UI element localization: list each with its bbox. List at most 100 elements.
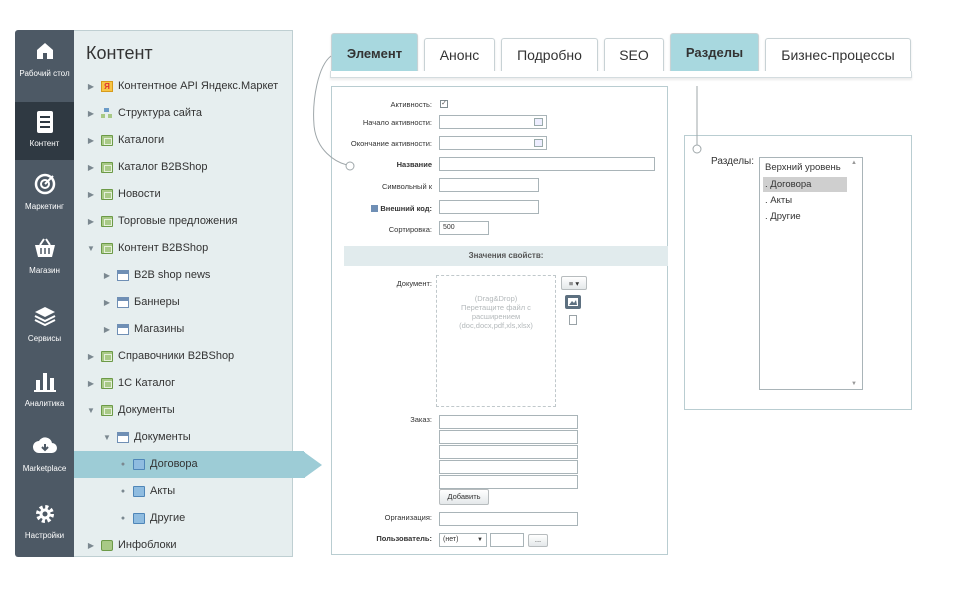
nav-analytics[interactable]: Аналитика bbox=[15, 370, 74, 414]
sections-multiselect[interactable]: Верхний уровень . Договора . Акты . Друг… bbox=[759, 157, 863, 390]
tree-item-infoblocks[interactable]: ▶ Инфоблоки bbox=[74, 532, 293, 559]
menu-lines-icon: ≡ ▾ bbox=[568, 279, 580, 288]
tab-element-label: Элемент bbox=[346, 46, 403, 61]
tab-element[interactable]: Элемент bbox=[331, 33, 418, 72]
expand-arrow-icon[interactable]: ▶ bbox=[86, 73, 96, 100]
tree-item-label: Контентное API Яндекс.Маркет bbox=[118, 80, 279, 92]
name-input[interactable] bbox=[439, 157, 655, 171]
tab-announce-label: Анонс bbox=[439, 47, 480, 63]
iblock-icon bbox=[101, 189, 113, 200]
nav-shop[interactable]: Магазин bbox=[15, 237, 74, 281]
bullet-icon: ● bbox=[120, 461, 126, 468]
tree-item-directories-b2bshop[interactable]: ▶ Справочники B2BShop bbox=[74, 343, 293, 370]
active-checkbox[interactable]: ✓ bbox=[440, 100, 448, 108]
expand-arrow-icon[interactable]: ▶ bbox=[86, 181, 96, 208]
order-input-2[interactable] bbox=[439, 430, 578, 444]
sections-scrollbar[interactable]: ▲ ▼ bbox=[848, 158, 862, 389]
tab-business-processes[interactable]: Бизнес-процессы bbox=[765, 38, 911, 72]
list-icon bbox=[117, 270, 129, 281]
folder-icon bbox=[133, 513, 145, 524]
tab-details[interactable]: Подробно bbox=[501, 38, 598, 72]
nav-content[interactable]: Контент bbox=[15, 102, 74, 160]
tree-item-catalogs[interactable]: ▶ Каталоги bbox=[74, 127, 293, 154]
user-select[interactable]: (нет) ▼ bbox=[439, 533, 487, 547]
tree-item-documents-type[interactable]: ▼ Документы bbox=[74, 397, 293, 424]
expand-arrow-icon[interactable]: ▶ bbox=[86, 370, 96, 397]
expand-arrow-icon[interactable]: ▶ bbox=[86, 343, 96, 370]
section-option-acts[interactable]: . Акты bbox=[763, 193, 847, 208]
order-input-5[interactable] bbox=[439, 475, 578, 489]
section-option-others[interactable]: . Другие bbox=[763, 209, 847, 224]
list-icon bbox=[117, 432, 129, 443]
tab-seo[interactable]: SEO bbox=[604, 38, 664, 72]
tab-announce[interactable]: Анонс bbox=[424, 38, 495, 72]
file-dropzone[interactable]: (Drag&Drop) Перетащите файл с расширение… bbox=[436, 275, 556, 407]
file-menu-button[interactable]: ≡ ▾ bbox=[561, 276, 587, 290]
expand-arrow-icon[interactable]: ▶ bbox=[86, 127, 96, 154]
tree-item-b2b-shop-news[interactable]: ▶ B2B shop news bbox=[74, 262, 293, 289]
expand-arrow-icon[interactable]: ▶ bbox=[86, 208, 96, 235]
section-option-contracts[interactable]: . Договора bbox=[763, 177, 847, 192]
tab-sections-label: Разделы bbox=[685, 45, 744, 60]
tree-item-site-structure[interactable]: ▶ Структура сайта bbox=[74, 100, 293, 127]
file-icon[interactable] bbox=[569, 315, 577, 325]
tree-item-acts[interactable]: ● Акты bbox=[74, 478, 293, 505]
nav-desktop[interactable]: Рабочий стол bbox=[15, 40, 74, 96]
nav-marketplace[interactable]: Marketplace bbox=[15, 435, 74, 479]
collapse-arrow-icon[interactable]: ▼ bbox=[102, 424, 112, 451]
tree-item-content-b2bshop[interactable]: ▼ Контент B2BShop bbox=[74, 235, 293, 262]
section-option-top-level[interactable]: Верхний уровень bbox=[763, 160, 847, 175]
external-code-input[interactable] bbox=[439, 200, 539, 214]
list-icon bbox=[117, 297, 129, 308]
order-input-4[interactable] bbox=[439, 460, 578, 474]
tree-item-stores[interactable]: ▶ Магазины bbox=[74, 316, 293, 343]
home-icon bbox=[15, 40, 74, 66]
user-search-button[interactable]: ... bbox=[528, 534, 548, 547]
tree-item-news[interactable]: ▶ Новости bbox=[74, 181, 293, 208]
order-input-1[interactable] bbox=[439, 415, 578, 429]
user-id-input[interactable] bbox=[490, 533, 524, 547]
tree-item-catalog-b2bshop[interactable]: ▶ Каталог B2BShop bbox=[74, 154, 293, 181]
sort-input[interactable]: 500 bbox=[439, 221, 489, 235]
organization-label: Организация: bbox=[384, 513, 432, 522]
start-date-input[interactable] bbox=[439, 115, 547, 129]
bar-chart-icon bbox=[15, 370, 74, 396]
order-input-3[interactable] bbox=[439, 445, 578, 459]
code-input[interactable] bbox=[439, 178, 539, 192]
tree-item-label: Акты bbox=[150, 485, 176, 497]
tree-item-banners[interactable]: ▶ Баннеры bbox=[74, 289, 293, 316]
add-button[interactable]: Добавить bbox=[439, 489, 489, 505]
expand-arrow-icon[interactable]: ▶ bbox=[86, 154, 96, 181]
calendar-icon[interactable] bbox=[534, 139, 543, 147]
expand-arrow-icon[interactable]: ▶ bbox=[86, 100, 96, 127]
list-icon bbox=[117, 324, 129, 335]
nav-marketing[interactable]: Маркетинг bbox=[15, 173, 74, 217]
nav-services[interactable]: Сервисы bbox=[15, 305, 74, 349]
expand-arrow-icon[interactable]: ▶ bbox=[102, 316, 112, 343]
nav-shop-label: Магазин bbox=[29, 266, 60, 275]
tree-item-others[interactable]: ● Другие bbox=[74, 505, 293, 532]
collapse-arrow-icon[interactable]: ▼ bbox=[86, 397, 96, 424]
tree-item-yandex-api[interactable]: ▶ Я Контентное API Яндекс.Маркет bbox=[74, 73, 293, 100]
expand-arrow-icon[interactable]: ▶ bbox=[102, 289, 112, 316]
name-label: Название bbox=[396, 160, 432, 169]
tree-item-label: Контент B2BShop bbox=[118, 242, 209, 254]
image-upload-icon[interactable] bbox=[565, 295, 581, 309]
tree-item-1c-catalog[interactable]: ▶ 1С Каталог bbox=[74, 370, 293, 397]
end-date-input[interactable] bbox=[439, 136, 547, 150]
nav-settings[interactable]: Настройки bbox=[15, 502, 74, 546]
target-icon bbox=[15, 173, 74, 199]
calendar-icon[interactable] bbox=[534, 118, 543, 126]
tab-sections[interactable]: Разделы bbox=[670, 33, 759, 72]
tree-item-offers[interactable]: ▶ Торговые предложения bbox=[74, 208, 293, 235]
tree-item-contracts[interactable]: ● Договора bbox=[74, 451, 304, 478]
tree-item-label: Инфоблоки bbox=[118, 539, 177, 551]
tree-item-documents-iblock[interactable]: ▼ Документы bbox=[74, 424, 293, 451]
scroll-up-icon[interactable]: ▲ bbox=[851, 160, 857, 166]
scroll-down-icon[interactable]: ▼ bbox=[851, 381, 857, 387]
expand-arrow-icon[interactable]: ▶ bbox=[102, 262, 112, 289]
collapse-arrow-icon[interactable]: ▼ bbox=[86, 235, 96, 262]
organization-input[interactable] bbox=[439, 512, 578, 526]
yandex-icon: Я bbox=[101, 81, 113, 92]
expand-arrow-icon[interactable]: ▶ bbox=[86, 532, 96, 559]
